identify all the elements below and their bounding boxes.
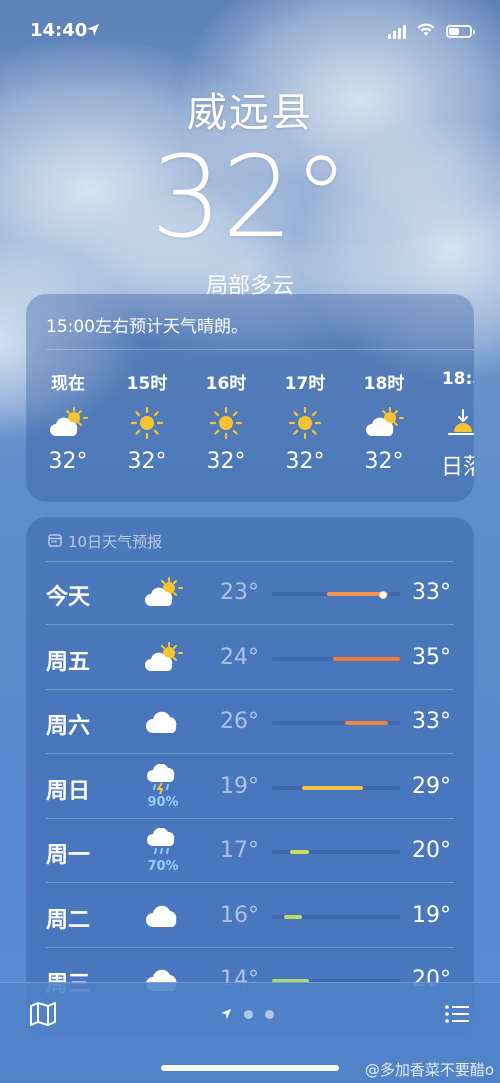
high-temp: 29° [412,773,451,799]
day-name: 周五 [46,649,91,675]
sun-icon [270,403,340,443]
daily-forecast-row[interactable]: 今天 23° 33° [26,561,474,625]
divider [46,349,474,350]
wifi-icon [416,22,436,41]
battery-icon [446,25,475,38]
partly-cloudy-icon [138,567,188,619]
current-weather: 威远县 32° 局部多云 [0,80,500,300]
location-services-icon [86,22,100,41]
temp-range-track [272,914,400,919]
hourly-temp: 32° [127,449,167,474]
hourly-item: 18时 32° [349,369,419,474]
location-arrow-icon [220,1005,232,1024]
sunset-icon [428,403,474,443]
hourly-temp: 32° [364,449,404,474]
hourly-item: 现在 32° [33,369,103,474]
daily-forecast-row[interactable]: 周一 70% 17° 20° [26,819,474,883]
hourly-forecast-card[interactable]: 15:00左右预计天气晴朗。 现在 32° 15时 32° 16时 32° 17时 32° 18… [26,294,474,502]
sun-icon [112,403,182,443]
calendar-icon [48,533,62,551]
hourly-temp: 32° [285,449,325,474]
high-temp: 20° [412,838,451,863]
hourly-time: 15时 [126,374,168,394]
high-temp: 33° [412,709,451,734]
daily-forecast-header: 10日天气预报 [48,531,162,552]
low-temp: 24° [220,644,259,670]
daily-forecast-title: 10日天气预报 [68,533,163,551]
bottom-toolbar: @多加香菜不要醋o [0,982,500,1083]
map-icon[interactable] [28,999,58,1029]
low-temp: 17° [220,838,259,863]
thunderstorm-icon: 90% [138,761,188,813]
hourly-item: 15时 32° [112,369,182,474]
partly-cloudy-icon [33,403,103,443]
hourly-temp: 32° [206,449,246,474]
daily-forecast-row[interactable]: 周日 90% 19° 29° [26,755,474,819]
hourly-summary: 15:00左右预计天气晴朗。 [46,317,248,337]
daily-forecast-card[interactable]: 10日天气预报 今天 23° 33° 周五 24° 35° 周六 26° 33° 周日 90% 19°… [26,517,474,1037]
daily-forecast-row[interactable]: 周五 24° 35° [26,626,474,690]
day-name: 周六 [46,714,91,739]
hourly-time: 17时 [284,374,326,394]
city-name: 威远县 [187,90,313,136]
day-name: 今天 [46,585,91,610]
hourly-time: 现在 [51,374,85,394]
day-name: 周日 [46,778,91,804]
temp-range-bar [302,785,364,790]
hourly-item: 17时 32° [270,369,340,474]
day-name: 周一 [46,843,91,868]
precipitation-chance: 70% [147,859,179,874]
current-temperature: 32° [150,133,350,263]
low-temp: 26° [220,709,259,734]
temp-range-track [272,850,400,854]
page-dot[interactable] [244,1010,253,1019]
high-temp: 35° [412,644,451,670]
temp-range-track [272,785,400,790]
page-indicator[interactable] [220,1005,274,1024]
temp-range-bar [284,914,303,919]
low-temp: 19° [220,773,259,799]
temp-range-track [272,721,400,725]
cloud-icon [138,890,188,942]
home-indicator[interactable] [161,1065,339,1071]
daily-forecast-row[interactable]: 周六 26° 33° [26,690,474,754]
list-icon[interactable] [442,999,472,1029]
hourly-item: 16时 32° [191,369,261,474]
high-temp: 19° [412,902,451,928]
temp-range-track [272,591,400,599]
rain-icon: 70% [138,825,188,877]
hourly-time: 18时 [363,374,405,394]
hourly-temp: 日落 [440,455,474,480]
status-indicators [388,22,475,41]
hourly-item: 18:5 日落 [428,369,474,481]
precipitation-chance: 90% [147,794,179,810]
cloud-icon [138,696,188,748]
high-temp: 33° [412,580,451,605]
low-temp: 23° [220,580,259,605]
partly-cloudy-icon [138,632,188,684]
page-dot[interactable] [265,1010,274,1019]
temp-range-track [272,656,400,661]
day-name: 周二 [46,907,91,933]
current-temp-marker [378,591,387,599]
hourly-time: 16时 [205,374,247,394]
status-time: 14:40 [30,20,88,41]
temp-range-bar [290,850,309,854]
hourly-temp: 32° [48,449,88,474]
partly-cloudy-icon [349,403,419,443]
sun-icon [191,403,261,443]
temp-range-bar [345,721,388,725]
daily-forecast-row[interactable]: 周二 16° 19° [26,884,474,948]
cellular-signal-icon [388,24,406,39]
hourly-time: 18:5 [441,369,474,389]
temp-range-bar [332,656,400,661]
low-temp: 16° [220,902,259,928]
watermark: @多加香菜不要醋o [364,1061,494,1079]
status-bar: 14:40 [0,0,500,60]
